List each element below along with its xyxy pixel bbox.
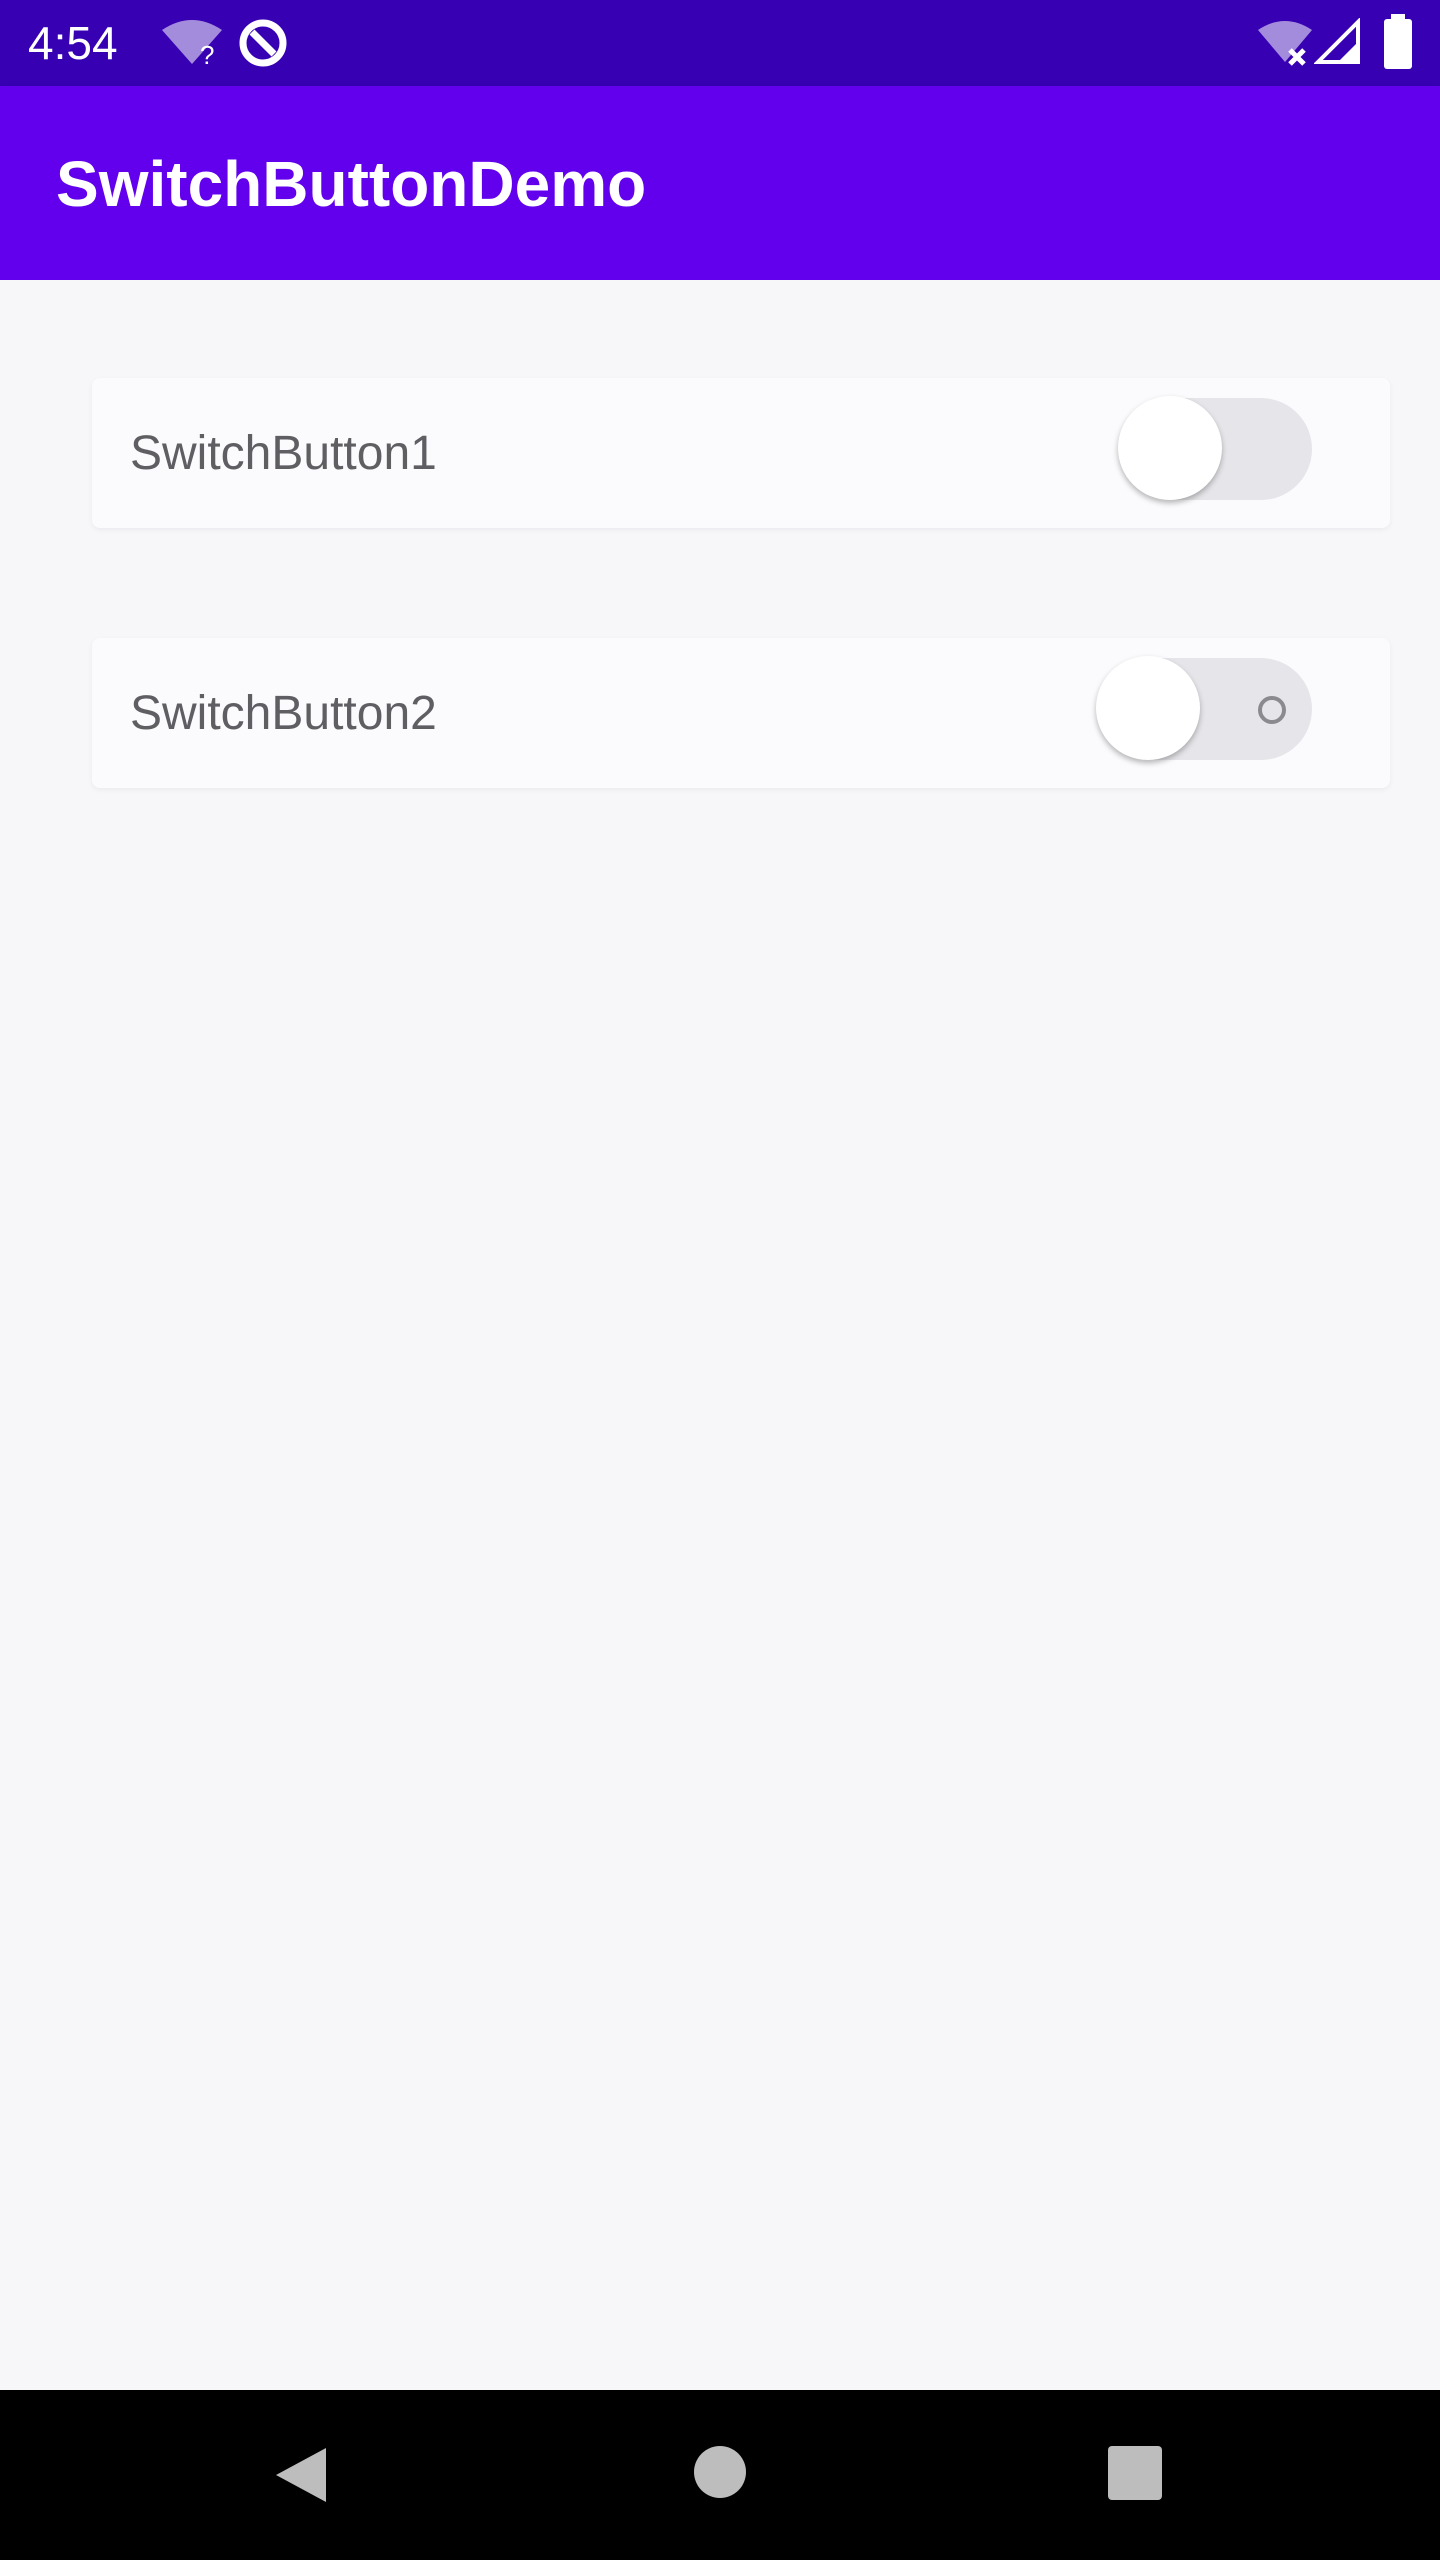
- wifi-off-icon: [1258, 21, 1312, 66]
- switch-thumb-2[interactable]: [1096, 656, 1200, 760]
- switch-off-indicator-icon: [1258, 696, 1286, 724]
- switch-button-1[interactable]: [1118, 396, 1312, 500]
- cell-signal-icon: [1314, 18, 1360, 64]
- content-area: SwitchButton1 SwitchButton2: [0, 280, 1440, 2390]
- app-title: SwitchButtonDemo: [56, 148, 647, 220]
- wifi-unknown-icon: ?: [162, 20, 222, 68]
- back-icon[interactable]: [270, 2444, 332, 2506]
- status-bar: 4:54 ?: [0, 0, 1440, 86]
- switch-row-2: SwitchButton2: [92, 638, 1390, 788]
- switch-thumb-1[interactable]: [1118, 396, 1222, 500]
- app-bar: SwitchButtonDemo: [0, 86, 1440, 280]
- switch-row-1: SwitchButton1: [92, 378, 1390, 528]
- switch-button-2[interactable]: [1096, 656, 1312, 760]
- data-saver-icon: [239, 19, 287, 67]
- switch-label-1: SwitchButton1: [130, 427, 437, 480]
- battery-icon: [1384, 14, 1412, 69]
- recents-icon[interactable]: [1108, 2446, 1162, 2500]
- navigation-bar: [0, 2390, 1440, 2560]
- status-time: 4:54: [28, 17, 118, 69]
- svg-text:?: ?: [200, 40, 214, 68]
- home-icon[interactable]: [692, 2444, 748, 2500]
- switch-label-2: SwitchButton2: [130, 687, 437, 740]
